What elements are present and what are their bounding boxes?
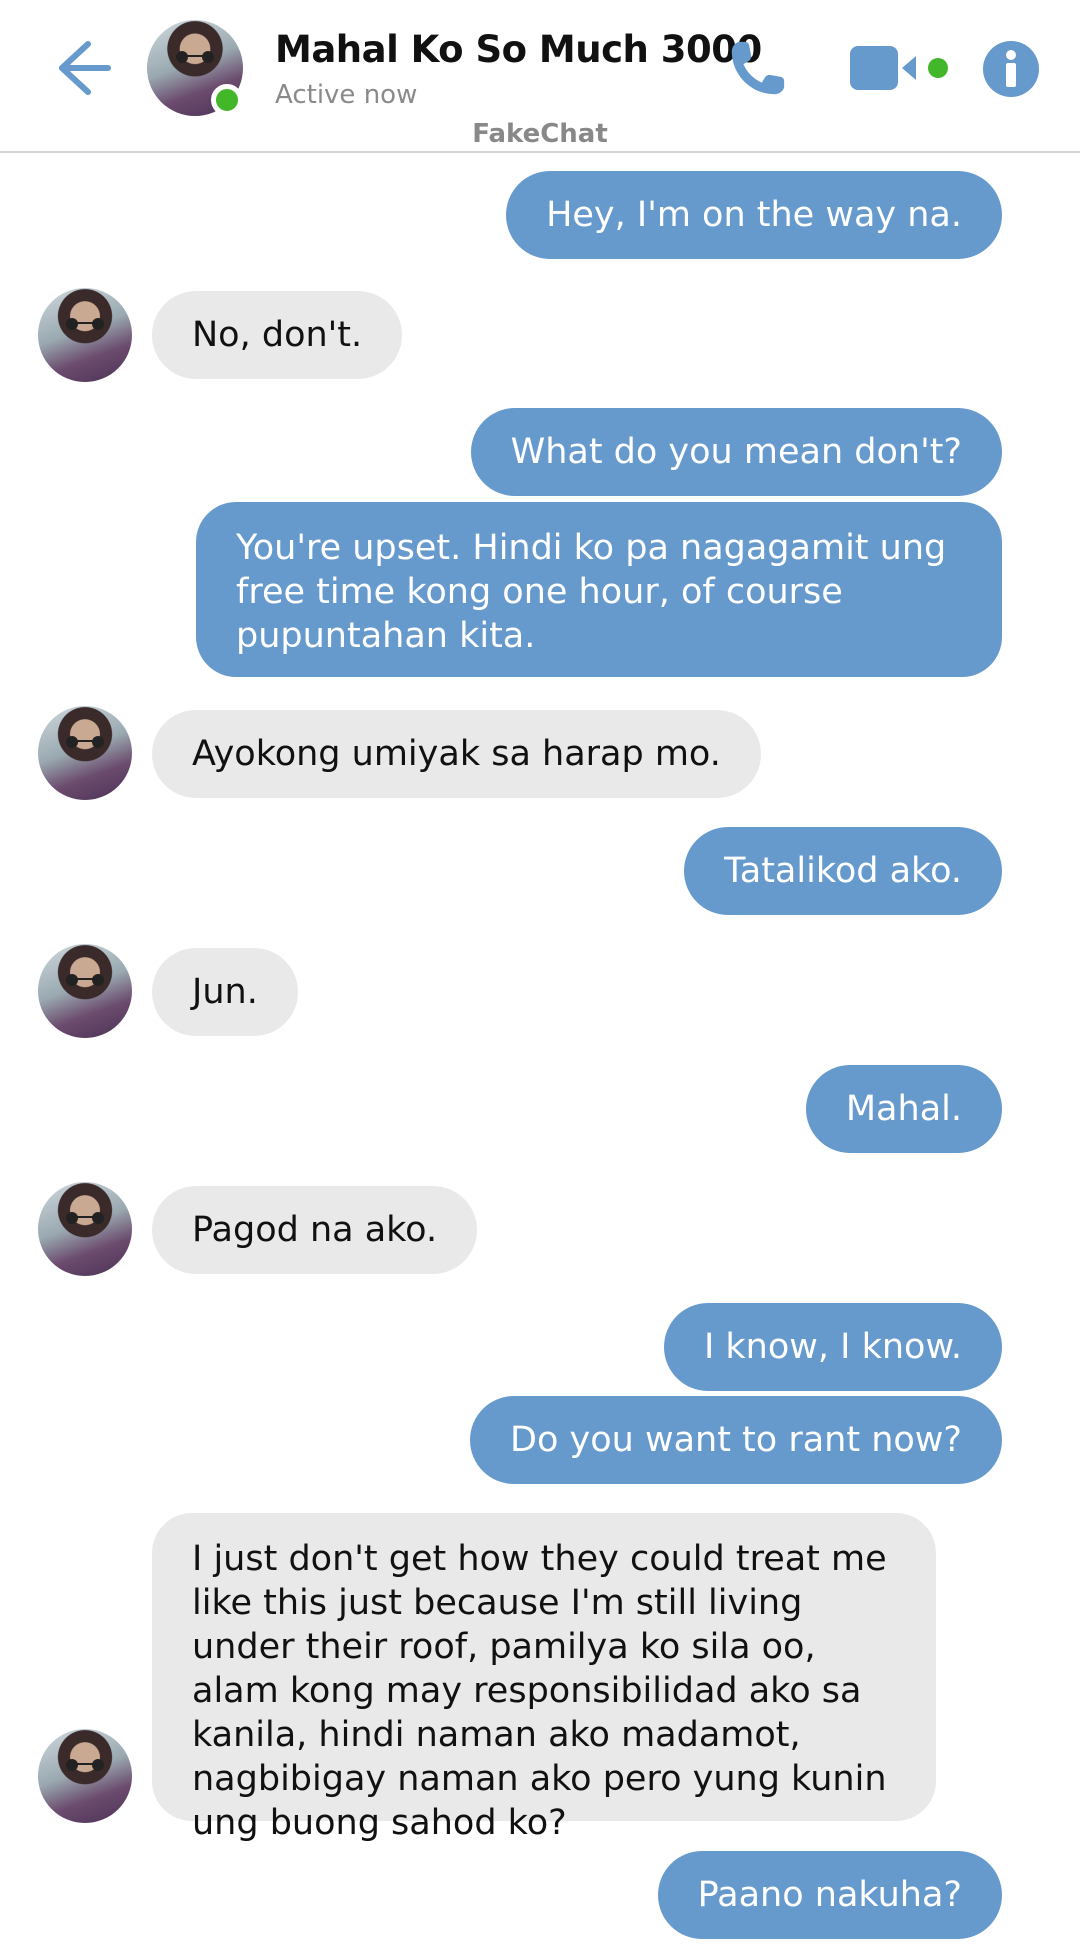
contact-message-avatar bbox=[38, 288, 132, 382]
contact-avatar[interactable] bbox=[147, 20, 243, 116]
message-bubble-sent[interactable]: Hey, I'm on the way na. bbox=[506, 171, 1002, 259]
message-bubble-received[interactable]: I just don't get how they could treat me… bbox=[152, 1513, 936, 1843]
online-indicator bbox=[211, 84, 243, 116]
contact-message-avatar bbox=[38, 944, 132, 1038]
contact-message-avatar bbox=[38, 706, 132, 800]
back-arrow-icon[interactable] bbox=[48, 36, 112, 100]
phone-icon[interactable] bbox=[726, 38, 788, 100]
message-bubble-sent[interactable]: I know, I know. bbox=[663, 1303, 1002, 1391]
contact-message-avatar bbox=[38, 1729, 132, 1823]
chat-header: Mahal Ko So Much 3000 Active now FakeCha… bbox=[0, 0, 1080, 153]
contact-name[interactable]: Mahal Ko So Much 3000 bbox=[275, 28, 762, 71]
message-bubble-sent[interactable]: Do you want to rant now? bbox=[470, 1396, 1002, 1484]
message-bubble-received[interactable]: No, don't. bbox=[152, 291, 403, 379]
video-camera-icon[interactable] bbox=[850, 42, 950, 94]
info-icon[interactable] bbox=[982, 40, 1040, 98]
message-bubble-received[interactable]: Ayokong umiyak sa harap mo. bbox=[152, 710, 761, 798]
message-bubble-sent[interactable]: Tatalikod ako. bbox=[684, 827, 1002, 915]
message-bubble-sent[interactable]: You're upset. Hindi ko pa nagagamit ung … bbox=[196, 502, 1002, 677]
message-bubble-received[interactable]: Pagod na ako. bbox=[152, 1186, 478, 1274]
message-bubble-received[interactable]: Jun. bbox=[152, 948, 298, 1036]
message-bubble-sent[interactable]: What do you mean don't? bbox=[470, 408, 1002, 496]
active-status: Active now bbox=[275, 80, 418, 110]
message-bubble-sent[interactable]: Mahal. bbox=[805, 1065, 1002, 1153]
message-bubble-sent[interactable]: Paano nakuha? bbox=[657, 1851, 1002, 1939]
watermark: FakeChat bbox=[472, 119, 608, 149]
contact-message-avatar bbox=[38, 1182, 132, 1276]
